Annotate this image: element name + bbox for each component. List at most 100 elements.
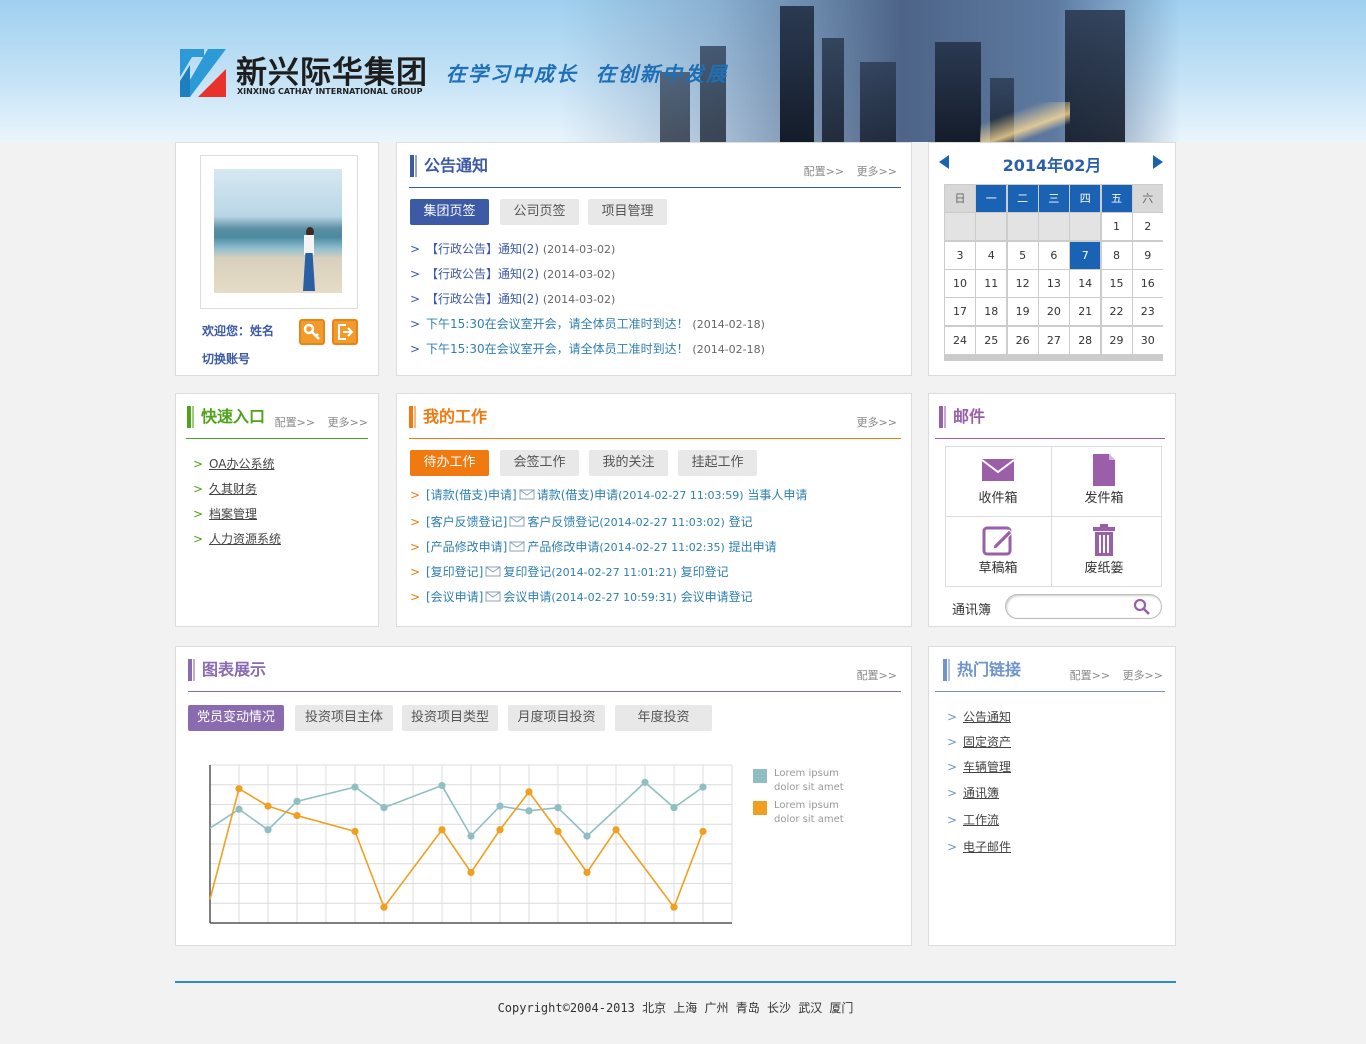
calendar-day[interactable]: 17	[945, 298, 975, 326]
envelope-open-icon	[485, 591, 501, 602]
data-point	[235, 785, 243, 793]
calendar-day[interactable]: 2	[1132, 213, 1163, 241]
tab-project[interactable]: 项目管理	[588, 199, 667, 225]
triangle-right-icon[interactable]	[1153, 155, 1165, 169]
calendar-day[interactable]: 21	[1070, 298, 1101, 326]
trash-button[interactable]: 废纸篓	[1052, 517, 1156, 585]
calendar-day[interactable]: 14	[1070, 269, 1101, 297]
calendar-day[interactable]: 15	[1101, 269, 1132, 297]
tab-countersign[interactable]: 会签工作	[500, 450, 579, 476]
quick-entry-more-link[interactable]: 更多>>	[328, 416, 368, 429]
list-item[interactable]: > 电子邮件	[947, 835, 1157, 861]
calendar-day[interactable]: 29	[1101, 326, 1132, 354]
list-item[interactable]: > 固定资产	[947, 730, 1157, 755]
calendar-day[interactable]: 11	[976, 269, 1007, 297]
tab-group[interactable]: 集团页签	[410, 199, 489, 225]
quick-entry-title: 快速入口	[187, 406, 265, 428]
tab-investment-subject[interactable]: 投资项目主体	[295, 705, 393, 731]
hot-links-more-link[interactable]: 更多>>	[1123, 669, 1163, 682]
outbox-button[interactable]: 发件箱	[1052, 447, 1156, 515]
list-item[interactable]: > 【行政公告】通知(2) (2014-03-02)	[410, 237, 900, 262]
search-icon[interactable]	[1133, 598, 1151, 616]
calendar-day[interactable]: 27	[1038, 326, 1069, 354]
tab-annual-investment[interactable]: 年度投资	[615, 705, 712, 731]
list-item[interactable]: > 档案管理	[193, 502, 373, 527]
list-item[interactable]: > [复印登记] 复印登记(2014-02-27 11:01:21) 复印登记	[410, 560, 910, 585]
announcement-more-link[interactable]: 更多>>	[857, 165, 897, 178]
tab-todo[interactable]: 待办工作	[410, 450, 489, 476]
tab-following[interactable]: 我的关注	[589, 450, 668, 476]
calendar-day[interactable]: 13	[1038, 269, 1069, 297]
list-item[interactable]: > 【行政公告】通知(2) (2014-03-02)	[410, 262, 900, 287]
list-item[interactable]: > OA办公系统	[193, 452, 373, 477]
calendar-day[interactable]: 22	[1101, 298, 1132, 326]
list-item[interactable]: > [请款(借支)申请] 请款(借支)申请(2014-02-27 11:03:59)…	[410, 483, 910, 510]
contacts-search-box	[1005, 594, 1162, 619]
list-item[interactable]: > 公告通知	[947, 705, 1157, 730]
calendar-day[interactable]: 18	[976, 298, 1007, 326]
switch-account-link[interactable]: 切换账号	[202, 350, 250, 367]
drafts-button[interactable]: 草稿箱	[946, 517, 1050, 585]
key-icon[interactable]	[299, 319, 325, 345]
list-item[interactable]: > 人力资源系统	[193, 527, 373, 552]
calendar-day[interactable]: 6	[1038, 241, 1069, 269]
quick-entry-config-link[interactable]: 配置>>	[275, 416, 315, 429]
tab-investment-type[interactable]: 投资项目类型	[402, 705, 498, 731]
logout-icon[interactable]	[332, 319, 358, 345]
tab-party-members[interactable]: 党员变动情况	[188, 705, 284, 731]
list-item[interactable]: > [客户反馈登记] 客户反馈登记(2014-02-27 11:03:02) 登记	[410, 510, 910, 535]
calendar-day[interactable]: 20	[1038, 298, 1069, 326]
hot-links-links: 配置>> 更多>>	[1061, 667, 1163, 683]
tab-monthly-investment[interactable]: 月度项目投资	[508, 705, 605, 731]
calendar-day[interactable]: 26	[1007, 326, 1038, 354]
list-item[interactable]: > 下午15:30在会议室开会，请全体员工准时到达！ (2014-02-18)	[410, 337, 900, 362]
work-time: (2014-02-27 11:02:35)	[599, 541, 725, 554]
calendar-day[interactable]: 16	[1132, 269, 1163, 297]
footer-divider	[175, 981, 1176, 983]
list-item[interactable]: > [产品修改申请] 产品修改申请(2014-02-27 11:02:35) 提出申…	[410, 535, 910, 560]
contacts-search-input[interactable]	[1016, 598, 1126, 615]
calendar-day[interactable]: 9	[1132, 241, 1163, 269]
calendar-day[interactable]: 23	[1132, 298, 1163, 326]
calendar-day[interactable]: 7	[1070, 241, 1101, 269]
work-suffix: 复印登记	[680, 565, 729, 579]
announcement-config-link[interactable]: 配置>>	[804, 165, 844, 178]
calendar-day[interactable]: 8	[1101, 241, 1132, 269]
work-suffix: 提出申请	[728, 540, 777, 554]
work-text: 请款(借支)申请	[536, 488, 619, 502]
calendar-day[interactable]: 28	[1070, 326, 1101, 354]
list-item[interactable]: > 【行政公告】通知(2) (2014-03-02)	[410, 287, 900, 312]
list-item[interactable]: > 下午15:30在会议室开会，请全体员工准时到达！ (2014-02-18)	[410, 312, 900, 337]
data-point	[467, 832, 475, 840]
chart-config-link[interactable]: 配置>>	[857, 669, 897, 682]
list-item[interactable]: > 久其财务	[193, 477, 373, 502]
hot-links-list: > 公告通知 > 固定资产 > 车辆管理 > 通讯簿 > 工作流 > 电子邮件	[947, 705, 1157, 861]
avatar	[214, 169, 342, 293]
list-item[interactable]: > 车辆管理	[947, 755, 1157, 781]
inbox-button[interactable]: 收件箱	[946, 447, 1050, 515]
my-work-more-link[interactable]: 更多>>	[857, 416, 897, 429]
calendar-grid: 日一二三四五六 1 2 3 4 5 6 7 8 9 10 11 12 13 14 15 16 17 18 19 20 21…	[944, 184, 1163, 361]
calendar-day[interactable]: 5	[1007, 241, 1038, 269]
tab-company[interactable]: 公司页签	[500, 199, 579, 225]
list-item[interactable]: > 工作流	[947, 808, 1157, 835]
calendar-day[interactable]: 1	[1101, 213, 1132, 241]
hot-links-config-link[interactable]: 配置>>	[1070, 669, 1110, 682]
legend-entry: Lorem ipsum dolor sit amet	[753, 799, 863, 827]
list-item[interactable]: > 通讯簿	[947, 781, 1157, 808]
divider	[188, 691, 901, 692]
calendar-day[interactable]: 19	[1007, 298, 1038, 326]
calendar-day[interactable]: 24	[945, 326, 975, 354]
data-point	[264, 802, 272, 810]
calendar-day[interactable]: 12	[1007, 269, 1038, 297]
calendar-day[interactable]: 4	[976, 241, 1007, 269]
list-item[interactable]: > [会议申请] 会议申请(2014-02-27 10:59:31) 会议申请登记	[410, 585, 910, 610]
tab-suspended[interactable]: 挂起工作	[678, 450, 757, 476]
data-point	[380, 903, 388, 911]
calendar-day[interactable]: 10	[945, 269, 975, 297]
calendar-day[interactable]: 30	[1132, 326, 1163, 354]
calendar-day[interactable]: 25	[976, 326, 1007, 354]
calendar-day[interactable]: 3	[945, 241, 975, 269]
legend-entry: Lorem ipsum dolor sit amet	[753, 767, 863, 795]
inbox-label: 收件箱	[978, 491, 1018, 506]
